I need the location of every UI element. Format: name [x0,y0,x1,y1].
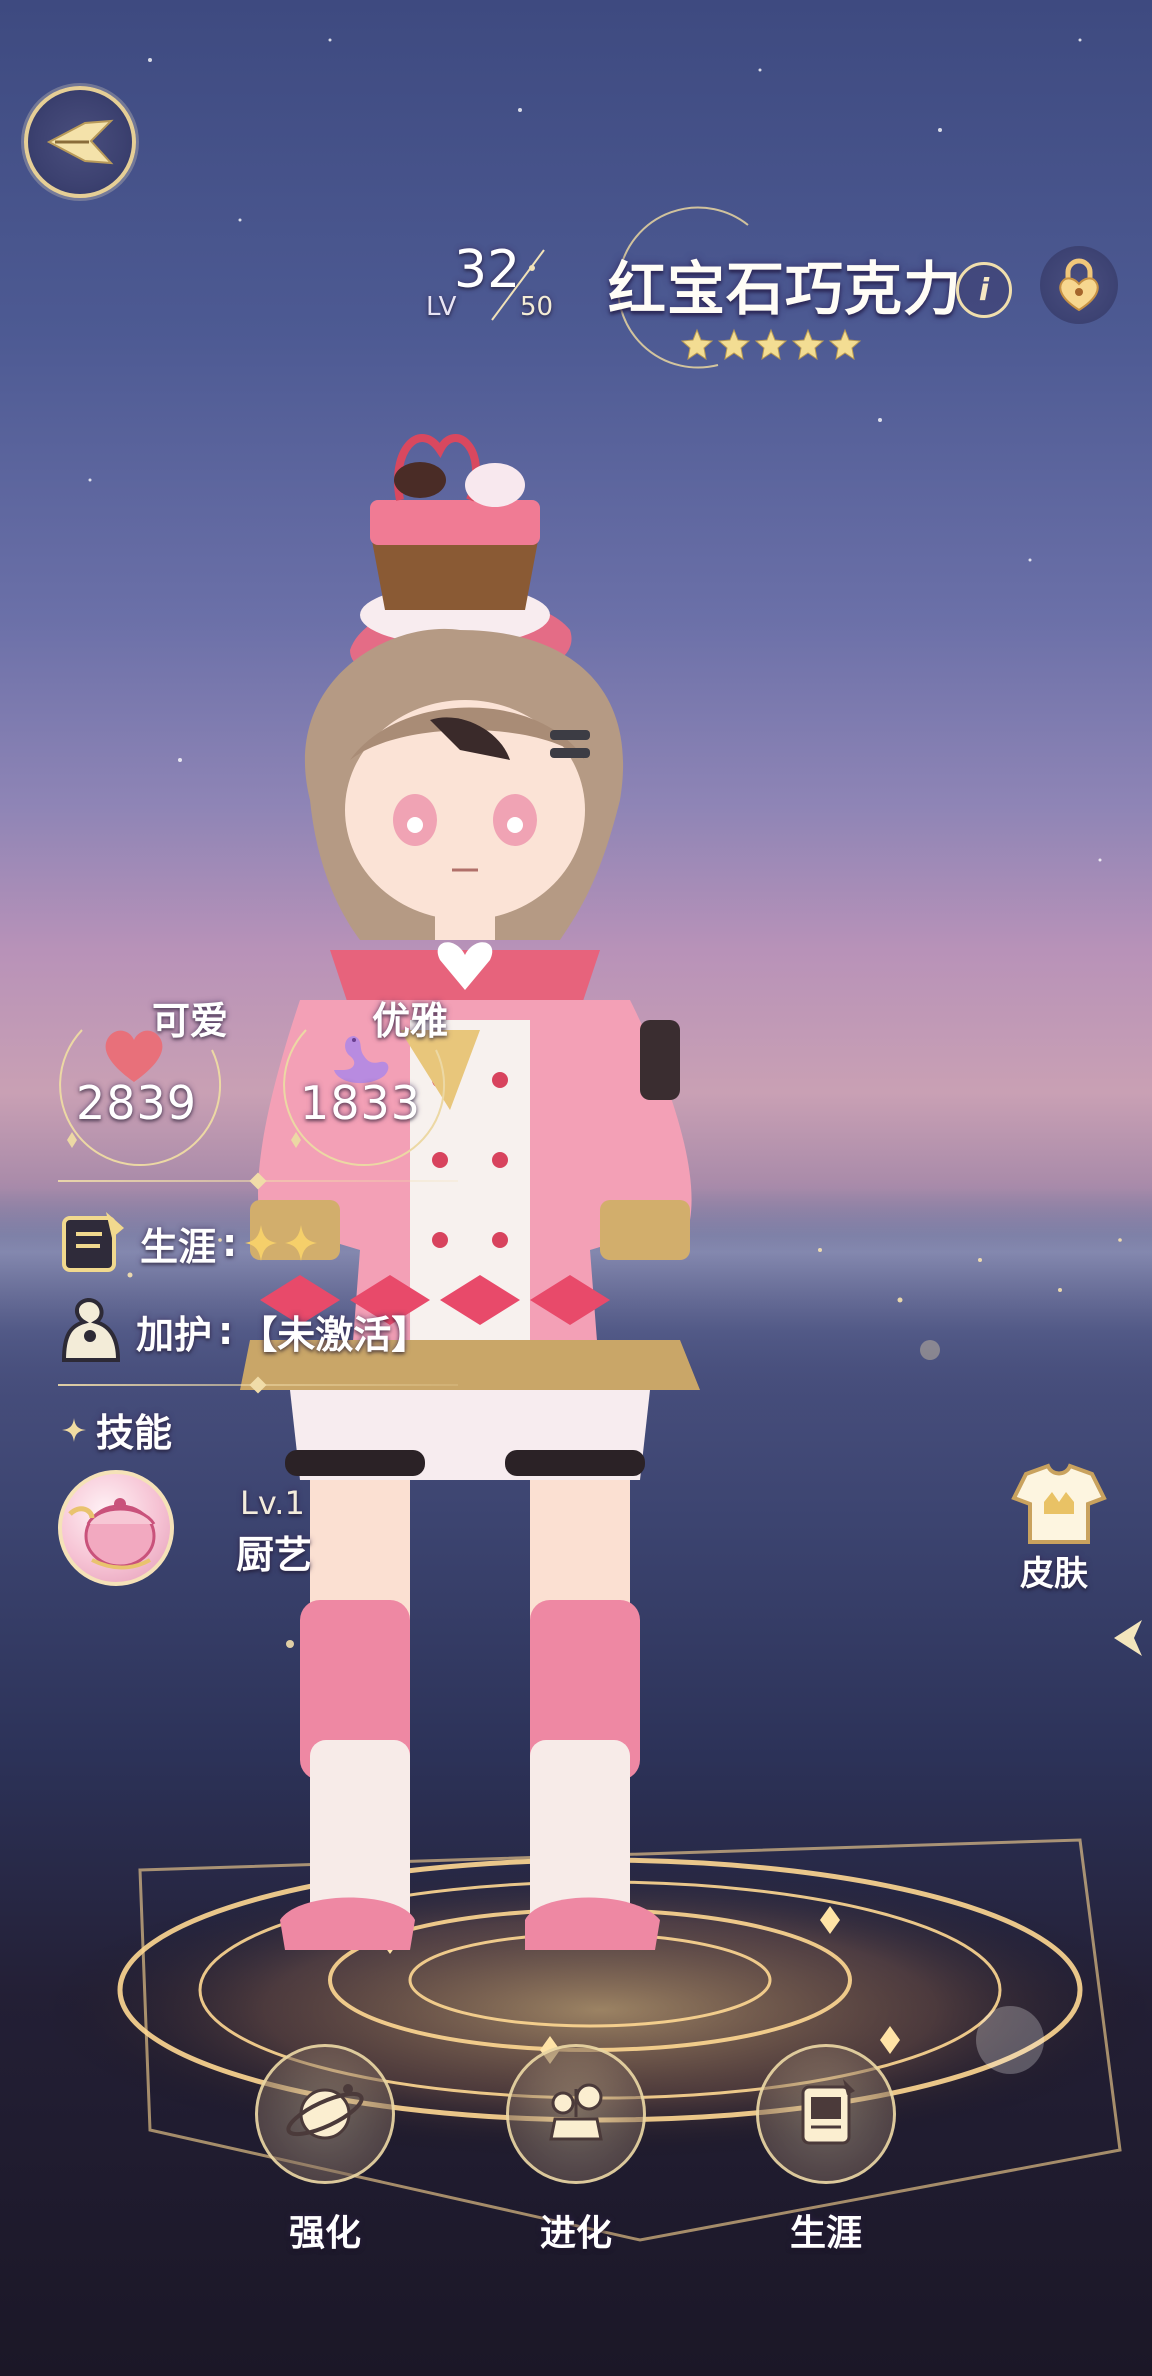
lock-button[interactable] [1040,246,1118,324]
career-button[interactable] [756,2044,896,2184]
career-label: 生涯 [140,1224,217,1269]
stat-cute-value: 2839 [76,1076,198,1130]
level-label: LV [426,292,458,322]
protection-label: 加护 [136,1312,213,1357]
career-colon: : [222,1221,238,1265]
skill-cooking-button[interactable] [58,1470,174,1586]
cooking-pot-icon [68,1498,156,1570]
protection-colon: : [218,1309,234,1353]
character-name: 红宝石巧克力 [608,255,963,323]
info-button[interactable]: i [956,262,1012,318]
skin-shirt-icon [1011,1463,1107,1544]
career-row[interactable]: 生涯 : [56,1208,323,1278]
info-icon: i [978,272,990,308]
side-panel-arrow-icon[interactable] [1112,1616,1152,1660]
max-level: 50 [520,292,554,322]
protection-status: 【未激活】 [239,1312,430,1357]
stat-cute: 可爱 2839 [52,990,230,1168]
enhance-button[interactable] [255,2044,395,2184]
stat-elegant: 优雅 1833 [276,990,454,1168]
skills-title: 技能 [96,1411,173,1455]
career-book-icon [62,1212,124,1272]
protection-row[interactable]: 加护 : 【未激活】 [56,1296,429,1366]
planet-icon [286,2084,364,2140]
skill-name: 厨艺 [236,1533,313,1577]
evolve-button[interactable] [506,2044,646,2184]
back-arrow-icon [46,119,114,165]
lock-icon [1059,258,1099,312]
enhance-label: 强化 [288,2213,361,2254]
guardian-icon [61,1297,121,1362]
evolve-icon [549,2083,603,2141]
star-icons [680,328,862,361]
skin-label: 皮肤 [1020,1554,1088,1594]
sparkle-icon [62,1417,86,1442]
stat-elegant-value: 1833 [300,1076,422,1130]
level-display: LV 32 50 [420,240,600,330]
career-nav-label: 生涯 [789,2213,862,2254]
career-sparkle-icon [245,1225,318,1261]
skills-header: 技能 [62,1402,172,1457]
skill-level: Lv.1 [240,1484,305,1522]
career-book-icon [801,2079,855,2145]
back-button[interactable] [24,86,136,198]
evolve-label: 进化 [539,2213,612,2254]
rarity-stars [680,328,870,362]
